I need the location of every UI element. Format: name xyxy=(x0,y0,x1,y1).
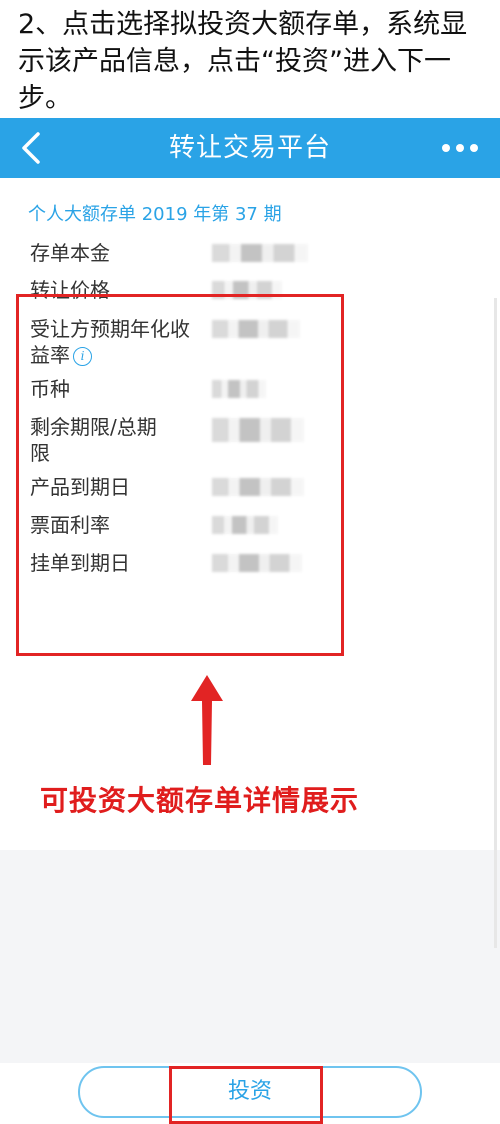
more-dots-icon xyxy=(442,144,478,152)
scrollbar[interactable] xyxy=(494,298,497,948)
up-arrow-icon xyxy=(191,675,223,765)
detail-label: 挂单到期日 xyxy=(30,551,130,575)
detail-label: 转让价格 xyxy=(30,278,110,302)
detail-label: 剩余期限/总期限 xyxy=(30,415,157,465)
content-area: 个人大额存单 2019 年第 37 期 存单本金 转让价格 受让方预期年化收益率… xyxy=(0,178,500,1124)
masked-value xyxy=(212,516,278,534)
detail-label: 受让方预期年化收益率 xyxy=(30,317,190,367)
invest-button[interactable]: 投资 xyxy=(78,1066,422,1118)
product-detail-card: 个人大额存单 2019 年第 37 期 存单本金 转让价格 受让方预期年化收益率… xyxy=(0,178,500,850)
nav-bar: 转让交易平台 xyxy=(0,118,500,178)
masked-value xyxy=(212,418,304,442)
masked-value xyxy=(212,478,304,496)
masked-value xyxy=(212,281,282,299)
more-button[interactable] xyxy=(440,136,480,160)
detail-label: 产品到期日 xyxy=(30,475,130,499)
invest-button-area: 投资 xyxy=(78,1066,422,1124)
masked-value xyxy=(212,554,302,572)
detail-label-with-info: 受让方预期年化收益率 i xyxy=(30,316,198,368)
page-title: 转让交易平台 xyxy=(168,133,331,163)
annotation-text: 可投资大额存单详情展示 xyxy=(40,784,360,817)
phone-screen: 转让交易平台 个人大额存单 2019 年第 37 期 存单本金 转让价格 受让方… xyxy=(0,118,500,1124)
detail-label: 币种 xyxy=(30,377,70,401)
masked-value xyxy=(212,244,308,262)
masked-value xyxy=(212,380,266,398)
instruction-caption: 2、点击选择拟投资大额存单，系统显示该产品信息，点击“投资”进入下一步。 xyxy=(18,9,468,114)
product-title: 个人大额存单 2019 年第 37 期 xyxy=(28,204,282,225)
masked-value xyxy=(212,320,300,338)
detail-label: 存单本金 xyxy=(30,241,110,265)
detail-label: 票面利率 xyxy=(30,513,110,537)
info-icon[interactable]: i xyxy=(73,347,92,366)
